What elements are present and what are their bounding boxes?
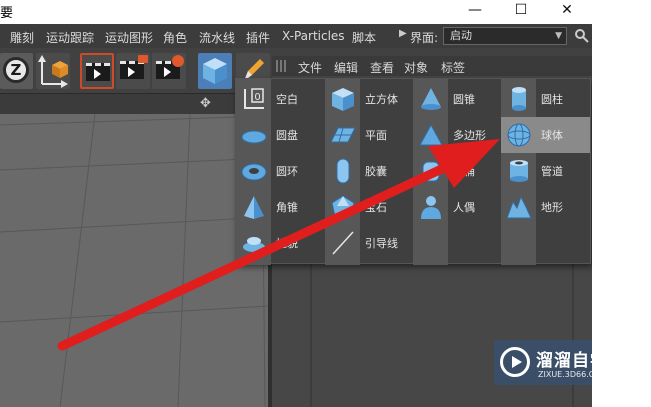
- play-logo-icon: [500, 347, 530, 377]
- primitive-torus[interactable]: 圆环: [236, 153, 325, 189]
- layout-select-value: 启动: [450, 29, 472, 42]
- om-menu-tags[interactable]: 标签: [441, 59, 465, 76]
- coordinate-system-button[interactable]: [36, 53, 70, 89]
- cone-icon: [421, 88, 441, 110]
- menu-plugins[interactable]: 插件: [246, 29, 270, 46]
- primitive-terrain[interactable]: 地形: [501, 189, 590, 225]
- move-view-icon[interactable]: ✥: [200, 96, 211, 111]
- primitive-capsule[interactable]: 胶囊: [325, 153, 413, 189]
- layout-select[interactable]: 启动 ▼: [443, 27, 567, 45]
- om-menu-object[interactable]: 对象: [404, 59, 428, 76]
- render-to-picture-viewer-button[interactable]: [116, 53, 150, 89]
- object-manager-menu: 文件 编辑 查看 对象 标签 ▶ ⚲ ⌂ ⇡: [272, 56, 592, 76]
- plane-icon: [330, 127, 356, 143]
- null-icon: 0: [244, 88, 264, 109]
- figure-icon: [421, 196, 441, 219]
- menu-mograph[interactable]: 运动图形: [105, 29, 153, 46]
- primitive-cube[interactable]: 立方体: [325, 81, 413, 117]
- layout-label: 界面:: [410, 31, 439, 45]
- primitives-popup-menu: 0 空白 圆盘 圆环 角锥 地貌 立方体 平面 胶囊 宝石 引导线 圆锥 多边形…: [235, 78, 591, 265]
- primitive-platonic[interactable]: 宝石: [325, 189, 413, 225]
- primitive-sphere[interactable]: 球体: [501, 117, 590, 153]
- add-cube-button[interactable]: [198, 53, 232, 89]
- window-title: 要: [0, 6, 14, 21]
- primitive-pyramid[interactable]: 角锥: [236, 189, 325, 225]
- cube-icon: [203, 58, 227, 84]
- gem-icon: [331, 195, 355, 217]
- cube-icon: [332, 88, 354, 111]
- capsule-icon: [336, 158, 350, 184]
- primitive-polygon[interactable]: 多边形: [413, 117, 501, 153]
- primitive-oil-tank[interactable]: 油桶: [413, 153, 501, 189]
- menu-character[interactable]: 角色: [163, 29, 187, 46]
- guide-line-icon: [332, 231, 354, 255]
- clapperboard-icon: [86, 63, 110, 81]
- menu-script[interactable]: 脚本: [352, 29, 376, 46]
- axis-icon: [38, 55, 68, 88]
- cylinder-icon: [512, 87, 526, 111]
- om-menu-edit[interactable]: 编辑: [334, 59, 358, 76]
- disc-icon: [241, 130, 267, 144]
- menu-motion-tracking[interactable]: 运动跟踪: [46, 29, 94, 46]
- primitive-null[interactable]: 0 空白: [236, 81, 325, 117]
- primitive-plane[interactable]: 平面: [325, 117, 413, 153]
- desktop-background: [592, 0, 651, 407]
- viewport-grid: [0, 114, 268, 407]
- chevron-down-icon: ▼: [555, 31, 562, 41]
- pyramid-icon: [244, 196, 264, 219]
- perspective-viewport[interactable]: [0, 114, 268, 407]
- gear-icon: [172, 55, 184, 67]
- search-icon[interactable]: [574, 28, 590, 44]
- menu-pipeline[interactable]: 流水线: [199, 29, 235, 46]
- column-divider: [310, 260, 312, 407]
- primitive-figure[interactable]: 人偶: [413, 189, 501, 225]
- minimize-button[interactable]: —: [452, 0, 498, 22]
- triangle-icon: [419, 123, 443, 146]
- render-view-button[interactable]: [80, 53, 114, 89]
- svg-text:0: 0: [254, 92, 260, 103]
- maximize-button[interactable]: ☐: [498, 0, 544, 22]
- oil-tank-icon: [422, 161, 440, 182]
- menu-x-particles[interactable]: X-Particles: [282, 29, 345, 43]
- title-bar: 要 — ☐ ✕: [0, 0, 651, 24]
- primitive-tube[interactable]: 管道: [501, 153, 590, 189]
- undo-view-button[interactable]: Z: [0, 53, 33, 89]
- render-settings-button[interactable]: [152, 53, 186, 89]
- om-menu-view[interactable]: 查看: [370, 59, 394, 76]
- badge-icon: [138, 55, 148, 63]
- primitive-guide[interactable]: 引导线: [325, 225, 413, 261]
- primitive-disc[interactable]: 圆盘: [236, 117, 325, 153]
- close-button[interactable]: ✕: [544, 0, 590, 22]
- viewport-header: ✥: [0, 94, 268, 114]
- primitive-landscape[interactable]: 地貌: [236, 225, 325, 261]
- tube-icon: [510, 160, 528, 182]
- c4d-window: 要 — ☐ ✕ 雕刻 运动跟踪 运动图形 角色 流水线 插件 X-Particl…: [0, 0, 651, 407]
- torus-icon: [241, 163, 267, 181]
- menu-more-arrow-icon[interactable]: ▶: [399, 28, 407, 39]
- landscape-icon: [243, 237, 265, 252]
- primitive-cone[interactable]: 圆锥: [413, 81, 501, 117]
- om-menu-file[interactable]: 文件: [298, 59, 322, 76]
- primitive-cylinder[interactable]: 圆柱: [501, 81, 590, 117]
- terrain-icon: [506, 195, 532, 219]
- sphere-icon: [507, 123, 531, 147]
- menu-sculpt[interactable]: 雕刻: [10, 29, 34, 46]
- z-icon: Z: [3, 57, 29, 83]
- clapperboard-play-icon: [120, 61, 144, 79]
- grip-icon[interactable]: [276, 60, 288, 72]
